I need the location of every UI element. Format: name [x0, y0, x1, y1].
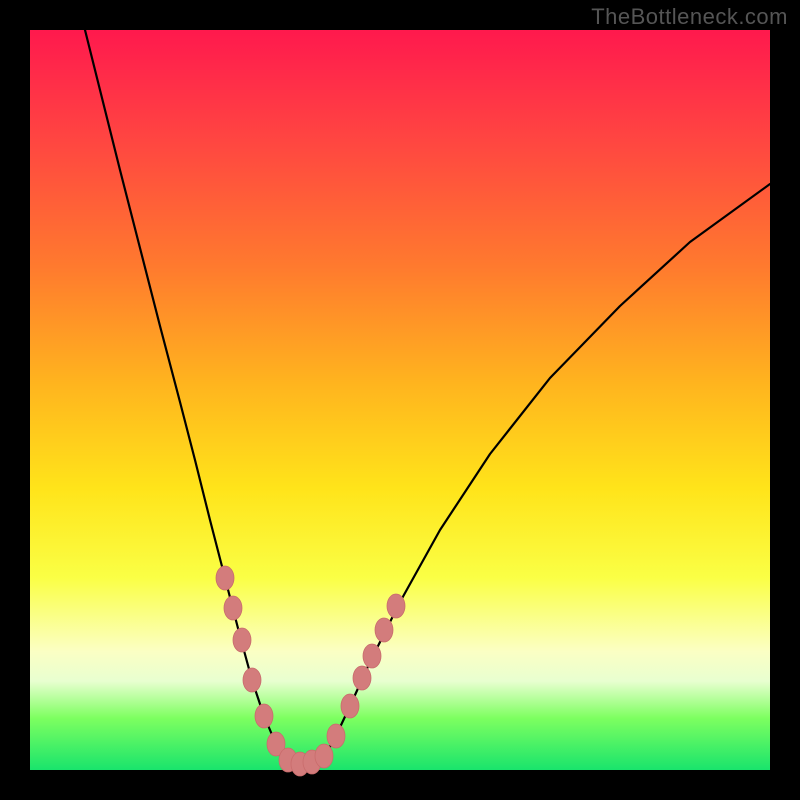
- plot-svg: [30, 30, 770, 770]
- curve-marker: [224, 596, 242, 620]
- curve-marker: [353, 666, 371, 690]
- curve-marker: [341, 694, 359, 718]
- curve-marker: [233, 628, 251, 652]
- curve-marker: [255, 704, 273, 728]
- curve-marker: [216, 566, 234, 590]
- curve-marker: [327, 724, 345, 748]
- watermark-text: TheBottleneck.com: [591, 4, 788, 30]
- curve-marker: [363, 644, 381, 668]
- curve-marker: [375, 618, 393, 642]
- curve-marker: [243, 668, 261, 692]
- bottleneck-curve: [85, 30, 770, 765]
- chart-stage: TheBottleneck.com: [0, 0, 800, 800]
- curve-marker: [387, 594, 405, 618]
- plot-area: [30, 30, 770, 770]
- marker-group: [216, 566, 405, 776]
- curve-marker: [315, 744, 333, 768]
